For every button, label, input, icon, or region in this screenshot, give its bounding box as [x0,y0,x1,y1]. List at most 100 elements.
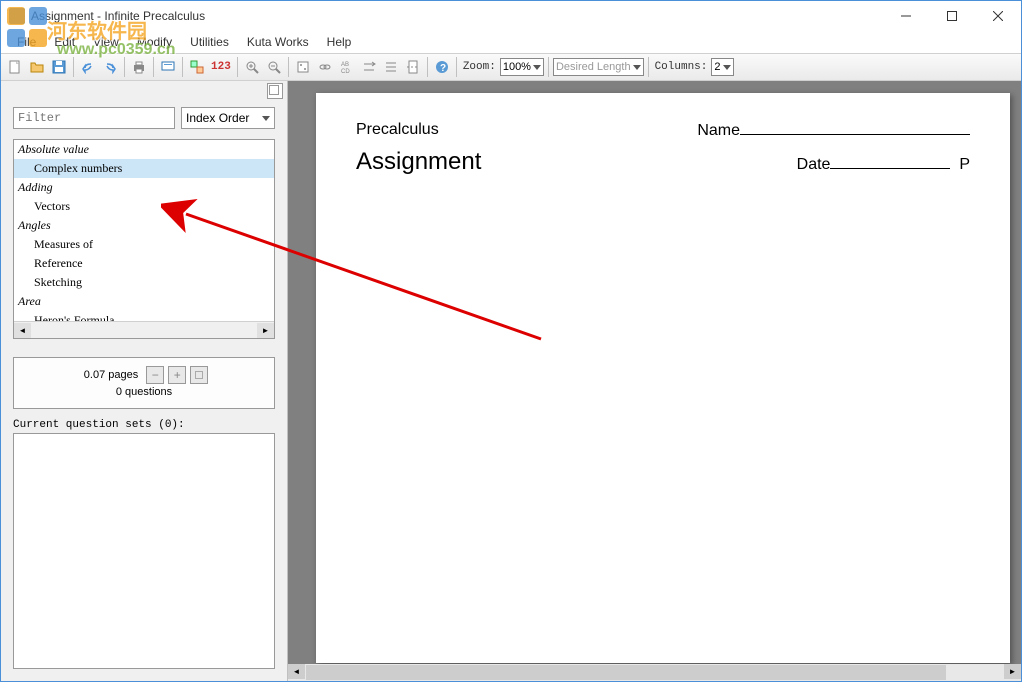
sidebar: Index Order Absolute valueComplex number… [1,81,288,681]
separator [73,57,74,77]
page-break-icon [406,60,420,74]
help-icon: ? [435,60,449,74]
print-button[interactable] [129,57,149,77]
menu-help[interactable]: Help [319,33,360,51]
columns-combo[interactable]: 2 [711,58,733,76]
scroll-left-button[interactable]: ◄ [14,323,31,338]
sort-combo[interactable]: Index Order [181,107,275,129]
spacing-button[interactable] [381,57,401,77]
separator [548,57,549,77]
scramble-button[interactable] [359,57,379,77]
dice-icon [296,60,310,74]
zoom-combo[interactable]: 100% [500,58,544,76]
scroll-left-button[interactable]: ◄ [288,664,305,679]
new-file-icon [8,60,22,74]
tree-item[interactable]: Vectors [14,197,274,216]
zoom-value: 100% [503,61,531,73]
detach-panel-button[interactable] [267,83,283,99]
redo-icon [103,60,117,74]
separator [288,57,289,77]
redo-button[interactable] [100,57,120,77]
question-sets-label: Current question sets (0): [13,419,275,431]
separator [124,57,125,77]
menu-view[interactable]: View [85,33,127,51]
menu-utilities[interactable]: Utilities [182,33,237,51]
tree-category[interactable]: Absolute value [14,140,274,159]
questions-count: 0 questions [112,384,176,400]
close-button[interactable] [975,1,1021,31]
menu-edit[interactable]: Edit [46,33,83,51]
question-sets-panel[interactable] [13,433,275,669]
topic-tree[interactable]: Absolute valueComplex numbersAddingVecto… [14,140,274,321]
doc-period-label: P [959,156,970,173]
open-button[interactable] [27,57,47,77]
menu-file[interactable]: File [9,33,44,51]
sidebar-header [1,81,287,103]
stats-panel: 0.07 pages − + 0 questions [13,357,275,409]
tree-item[interactable]: Reference [14,254,274,273]
separator [456,57,457,77]
properties-icon [190,60,204,74]
scroll-thumb[interactable] [306,665,946,680]
maximize-button[interactable] [929,1,975,31]
close-icon [993,11,1003,21]
folder-open-icon [30,60,44,74]
zoom-out-button[interactable] [264,57,284,77]
undo-button[interactable] [78,57,98,77]
separator [648,57,649,77]
chevron-down-icon [262,116,270,121]
zoom-out-icon [267,60,281,74]
link-button[interactable] [315,57,335,77]
tree-item[interactable]: Sketching [14,273,274,292]
new-file-button[interactable] [5,57,25,77]
pages-count: 0.07 pages [80,367,142,383]
menu-modify[interactable]: Modify [129,33,180,51]
chevron-down-icon [533,65,541,70]
topic-tree-panel: Absolute valueComplex numbersAddingVecto… [13,139,275,339]
decrease-button[interactable]: − [146,366,164,384]
properties-button[interactable] [187,57,207,77]
filter-input[interactable] [13,107,175,129]
scroll-track[interactable] [947,664,1004,681]
main-area: Index Order Absolute valueComplex number… [1,81,1021,681]
window-title: Assignment - Infinite Precalculus [31,9,883,23]
regen-button[interactable] [293,57,313,77]
svg-text:?: ? [440,63,446,74]
zoom-in-button[interactable] [242,57,262,77]
menu-kuta-works[interactable]: Kuta Works [239,33,317,51]
chevron-down-icon [633,65,641,70]
increase-button[interactable]: + [168,366,186,384]
app-icon [9,8,25,24]
save-button[interactable] [49,57,69,77]
maximize-icon [947,11,957,21]
help-button[interactable]: ? [432,57,452,77]
tree-item[interactable]: Measures of [14,235,274,254]
doc-subject: Precalculus [356,121,439,140]
tree-category[interactable]: Angles [14,216,274,235]
presentation-button[interactable] [158,57,178,77]
tree-hscroll[interactable]: ◄ ► [14,321,274,338]
tree-item[interactable]: Heron's Formula [14,311,274,321]
save-icon [52,60,66,74]
document-area[interactable]: Precalculus Name Assignment Date P ◄ ► [288,81,1021,681]
toolbar: 123 ABCD ? Zoom: 100% Desired Length Col… [1,53,1021,81]
sort-label: Index Order [186,111,249,125]
minimize-button[interactable] [883,1,929,31]
tree-category[interactable]: Adding [14,178,274,197]
scroll-right-button[interactable]: ► [257,323,274,338]
numbering-label[interactable]: 123 [209,61,233,73]
page-break-button[interactable] [403,57,423,77]
link-icon [318,60,332,74]
tree-category[interactable]: Area [14,292,274,311]
columns-label: Columns: [653,61,710,73]
sort-button[interactable]: ABCD [337,57,357,77]
sort-az-icon: ABCD [340,60,354,74]
page-preview: Precalculus Name Assignment Date P [316,93,1010,663]
document-hscroll[interactable]: ◄ ► [288,664,1021,681]
zoom-label: Zoom: [461,61,498,73]
length-combo[interactable]: Desired Length [553,58,644,76]
stat-small-button[interactable] [190,366,208,384]
scroll-right-button[interactable]: ► [1004,664,1021,679]
tree-item[interactable]: Complex numbers [14,159,274,178]
chevron-down-icon [723,65,731,70]
